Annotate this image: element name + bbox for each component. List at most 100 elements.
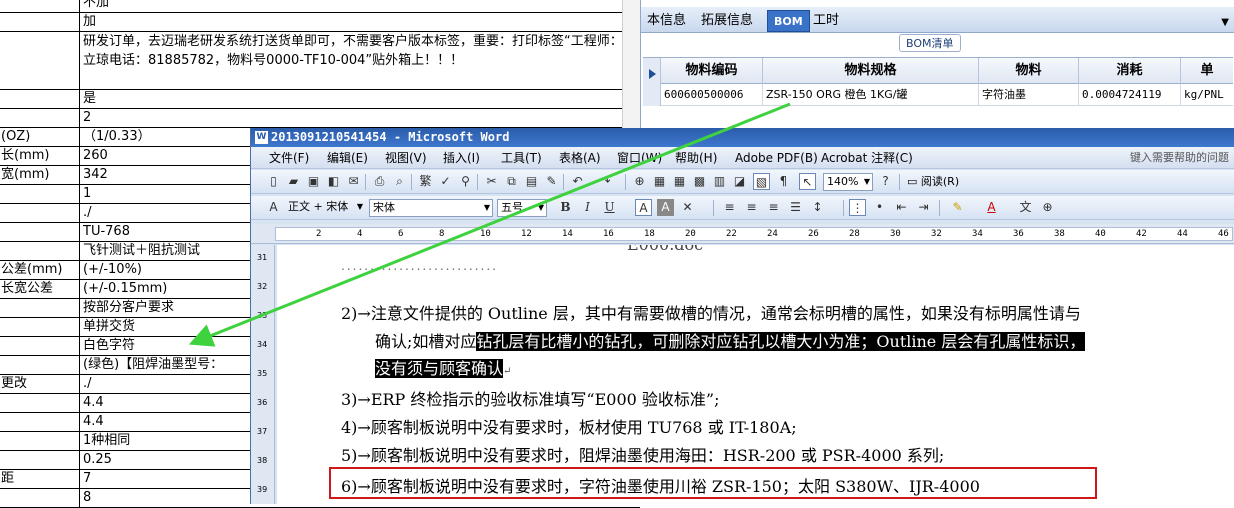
font-size-select[interactable]: 五号 ▼: [497, 199, 547, 217]
cut-icon[interactable]: ✂: [483, 173, 500, 190]
email-icon[interactable]: ✉: [345, 173, 362, 190]
new-document-icon[interactable]: ▯: [265, 173, 282, 190]
print-preview-icon[interactable]: ⌕: [391, 173, 408, 190]
horizontal-ruler[interactable]: 2 4 6 8 10 12 14 16 18 20 22 24 26 28 30 32 34 36 38 40 42 44…: [251, 224, 1234, 244]
font-select[interactable]: 宋体 ▼: [369, 199, 493, 217]
show-hide-icon[interactable]: ¶: [775, 173, 792, 190]
research-icon[interactable]: ⚲: [457, 173, 474, 190]
menu-window[interactable]: 窗口(W): [617, 147, 662, 169]
table-row[interactable]: 600600500006 ZSR-150 ORG 橙色 1KG/罐 字符油墨 0…: [643, 84, 1233, 106]
ruler-tick-label: 36: [1013, 229, 1024, 239]
permission-icon[interactable]: ◧: [325, 173, 342, 190]
ruler-scale[interactable]: 2 4 6 8 10 12 14 16 18 20 22 24 26 28 30 32 34 36 38 40 42 44…: [275, 227, 1233, 241]
column-header-unit[interactable]: 单: [1181, 58, 1233, 84]
columns-icon[interactable]: ▥: [711, 173, 728, 190]
spellcheck-icon[interactable]: ✓: [437, 173, 454, 190]
column-header-spec[interactable]: 物料规格: [763, 58, 979, 84]
line-spacing-icon[interactable]: ↕: [809, 199, 826, 216]
window-title-bar[interactable]: W 2013091210541454 - Microsoft Word: [251, 128, 1234, 147]
tab-work-hours[interactable]: 工时: [807, 10, 845, 32]
menu-view[interactable]: 视图(V): [385, 147, 427, 169]
font-color-icon[interactable]: A: [983, 199, 1000, 216]
redo-icon[interactable]: ↷: [597, 173, 614, 190]
phonetic-guide-icon[interactable]: 文: [1017, 199, 1034, 216]
tab-extended-info[interactable]: 拓展信息: [695, 10, 759, 32]
style-select[interactable]: 正文 + 宋体 ▼: [285, 199, 365, 217]
separator: [411, 174, 412, 190]
zoom-select[interactable]: 140% ▼: [823, 173, 873, 191]
character-shading-icon[interactable]: A: [657, 199, 674, 216]
bom-tab-strip: 本信息 拓展信息 BOM 工时 ▼: [641, 7, 1234, 33]
row-label: 更改: [0, 375, 80, 393]
save-icon[interactable]: ▣: [305, 173, 322, 190]
table-row: 2: [0, 109, 640, 128]
undo-icon[interactable]: ↶: [569, 173, 586, 190]
vertical-scrollbar[interactable]: [622, 0, 640, 130]
italic-button[interactable]: I: [579, 199, 596, 216]
open-folder-icon[interactable]: ▰: [285, 173, 302, 190]
insert-table-icon[interactable]: ▦: [671, 173, 688, 190]
chevron-down-icon[interactable]: ▼: [1221, 17, 1229, 28]
insert-excel-icon[interactable]: ▩: [691, 173, 708, 190]
highlight-icon[interactable]: ✎: [949, 199, 966, 216]
character-scale-icon[interactable]: ✕: [679, 199, 696, 216]
column-header-code[interactable]: 物料编码: [661, 58, 763, 84]
increase-indent-icon[interactable]: ⇥: [915, 199, 932, 216]
underline-button[interactable]: U: [601, 199, 618, 216]
bom-grid: 物料编码 物料规格 物料 消耗 单 600600500006 ZSR-150 O…: [643, 57, 1233, 129]
menu-adobe-pdf[interactable]: Adobe PDF(B): [735, 147, 818, 169]
row-selector[interactable]: [643, 58, 661, 106]
separator: [713, 200, 714, 216]
numbering-icon[interactable]: ⋮: [849, 199, 866, 216]
row-label: 距: [0, 470, 80, 488]
copy-icon[interactable]: ⧉: [503, 173, 520, 190]
menu-insert[interactable]: 插入(I): [443, 147, 480, 169]
help-icon[interactable]: ?: [877, 173, 894, 190]
menu-file[interactable]: 文件(F): [269, 147, 309, 169]
table-row: 研发订单，去迈瑞老研发系统打送货单即可，不需要客户版本标签，重要：打印标签“工程…: [0, 32, 640, 90]
drawing-icon[interactable]: ◪: [731, 173, 748, 190]
spelling-icon[interactable]: 繁: [417, 173, 434, 190]
character-border-icon[interactable]: A: [635, 199, 652, 216]
justify-icon[interactable]: ☰: [787, 199, 804, 216]
align-left-icon[interactable]: ≡: [721, 199, 738, 216]
column-header-consumption[interactable]: 消耗: [1079, 58, 1181, 84]
tab-basic-info[interactable]: 本信息: [641, 10, 692, 32]
document-map-icon[interactable]: ▧: [753, 173, 770, 190]
print-icon[interactable]: ⎙: [371, 173, 388, 190]
align-center-icon[interactable]: ≡: [743, 199, 760, 216]
menu-tools[interactable]: 工具(T): [501, 147, 542, 169]
row-label: (OZ): [0, 128, 80, 146]
styles-pane-icon[interactable]: A: [265, 199, 282, 216]
menu-edit[interactable]: 编辑(E): [327, 147, 368, 169]
enclose-characters-icon[interactable]: ⊕: [1039, 199, 1056, 216]
help-search-input[interactable]: 键入需要帮助的问题: [1130, 147, 1229, 169]
row-label: [0, 432, 80, 450]
hyperlink-icon[interactable]: ⊕: [631, 173, 648, 190]
bullets-icon[interactable]: •: [871, 199, 888, 216]
vertical-ruler[interactable]: 31 32 33 34 35 36 37 38 39: [251, 245, 275, 504]
tab-bom[interactable]: BOM: [767, 10, 810, 32]
menu-help[interactable]: 帮助(H): [675, 147, 717, 169]
row-value: 不加: [83, 0, 110, 10]
red-annotation-box: [329, 467, 1097, 499]
menu-table[interactable]: 表格(A): [559, 147, 601, 169]
paste-icon[interactable]: ▤: [523, 173, 540, 190]
ruler-tick-label: 16: [603, 229, 614, 239]
column-header-material[interactable]: 物料: [979, 58, 1079, 84]
vertical-ruler-label: 39: [257, 485, 268, 494]
ruler-tick-label: 12: [521, 229, 532, 239]
select-cursor-icon[interactable]: ↖: [799, 173, 816, 190]
read-button[interactable]: ▭ 阅读(R): [907, 173, 959, 191]
document-page[interactable]: E000.doc ........................... 2)→…: [277, 245, 1234, 504]
row-label: [0, 337, 80, 355]
decrease-indent-icon[interactable]: ⇤: [893, 199, 910, 216]
bold-button[interactable]: B: [557, 199, 574, 216]
cell-consumption: 0.0004724119: [1079, 84, 1181, 106]
table-row: 不加: [0, 0, 640, 13]
format-painter-icon[interactable]: ✎: [543, 173, 560, 190]
tables-borders-icon[interactable]: ▦: [651, 173, 668, 190]
align-right-icon[interactable]: ≡: [765, 199, 782, 216]
row-label: [0, 0, 80, 12]
menu-acrobat-comments[interactable]: Acrobat 注释(C): [821, 147, 913, 169]
